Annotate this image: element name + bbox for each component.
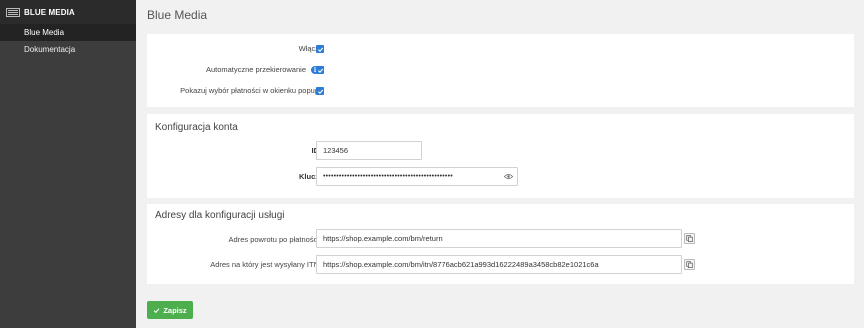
key-input-value: ••••••••••••••••••••••••••••••••••••••••… bbox=[323, 173, 453, 180]
itn-url-value: https://shop.example.com/bm/itn/8776acb6… bbox=[323, 260, 599, 269]
key-input[interactable]: ••••••••••••••••••••••••••••••••••••••••… bbox=[316, 167, 518, 186]
brand-header: BLUE MEDIA bbox=[0, 0, 136, 24]
brand-title: BLUE MEDIA bbox=[24, 7, 75, 17]
id-input-value: 123456 bbox=[323, 146, 349, 155]
check-icon bbox=[317, 89, 323, 94]
check-icon bbox=[154, 307, 160, 313]
copy-return-url-button[interactable] bbox=[684, 233, 695, 244]
itn-url-input[interactable]: https://shop.example.com/bm/itn/8776acb6… bbox=[316, 255, 682, 274]
return-url-label: Adres powrotu po płatności bbox=[228, 235, 319, 244]
account-config-title: Konfiguracja konta bbox=[155, 122, 238, 133]
addresses-panel: Adresy dla konfiguracji usługi Adres pow… bbox=[147, 204, 854, 284]
id-input[interactable]: 123456 bbox=[316, 141, 422, 160]
sidebar-item-dokumentacja[interactable]: Dokumentacja bbox=[0, 41, 136, 58]
addresses-title: Adresy dla konfiguracji usługi bbox=[155, 210, 285, 221]
auto-redirect-checkbox[interactable] bbox=[316, 66, 324, 74]
enable-checkbox[interactable] bbox=[316, 45, 324, 53]
check-icon bbox=[317, 68, 323, 73]
copy-icon bbox=[686, 235, 693, 242]
copy-itn-url-button[interactable] bbox=[684, 259, 695, 270]
auto-redirect-label: Automatyczne przekierowanie bbox=[205, 65, 306, 74]
sidebar-item-label: Dokumentacja bbox=[24, 45, 76, 54]
general-settings-panel: Włącz Automatyczne przekierowanie i Poka… bbox=[147, 34, 854, 107]
sidebar-item-blue-media[interactable]: Blue Media bbox=[0, 24, 136, 41]
popup-label: Pokazuj wybór płatności w okienku popup bbox=[180, 86, 319, 95]
main-content: Blue Media Włącz Automatyczne przekierow… bbox=[136, 0, 864, 328]
popup-checkbox[interactable] bbox=[316, 87, 324, 95]
sidebar: BLUE MEDIA Blue Media Dokumentacja bbox=[0, 0, 136, 328]
save-button-label: Zapisz bbox=[163, 305, 187, 315]
eye-icon[interactable] bbox=[504, 173, 513, 180]
return-url-input[interactable]: https://shop.example.com/bm/return bbox=[316, 229, 682, 248]
save-button[interactable]: Zapisz bbox=[147, 301, 193, 319]
sidebar-item-label: Blue Media bbox=[24, 28, 65, 37]
check-icon bbox=[317, 47, 323, 52]
itn-url-label: Adres na który jest wysyłany ITN bbox=[210, 260, 319, 269]
blue-media-logo-icon bbox=[6, 7, 20, 17]
copy-icon bbox=[686, 261, 693, 268]
account-config-panel: Konfiguracja konta ID 123456 Klucz •••••… bbox=[147, 114, 854, 198]
return-url-value: https://shop.example.com/bm/return bbox=[323, 234, 443, 243]
page-title: Blue Media bbox=[147, 8, 208, 22]
